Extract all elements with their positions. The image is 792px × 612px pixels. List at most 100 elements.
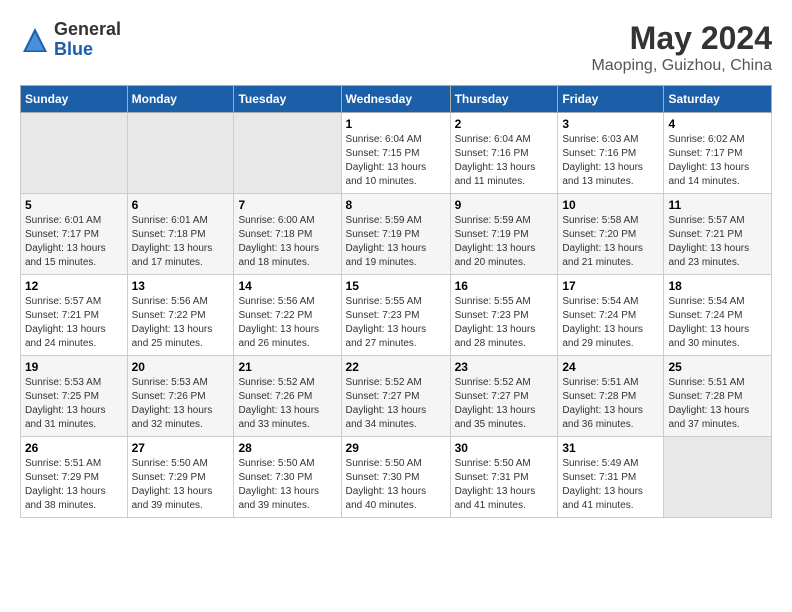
day-number: 28 [238,441,336,455]
calendar-cell: 7 Sunrise: 6:00 AM Sunset: 7:18 PM Daylig… [234,194,341,275]
day-number: 10 [562,198,659,212]
calendar-cell: 23 Sunrise: 5:52 AM Sunset: 7:27 PM Dayli… [450,356,558,437]
calendar-cell: 2Sunrise: 6:04 AM Sunset: 7:16 PM Daylig… [450,113,558,194]
page-subtitle: Maoping, Guizhou, China [591,57,772,75]
day-number: 27 [132,441,230,455]
calendar-cell: 28 Sunrise: 5:50 AM Sunset: 7:30 PM Dayli… [234,437,341,518]
day-info: Sunrise: 5:57 AM Sunset: 7:21 PM Dayligh… [668,214,767,270]
calendar-cell: 17 Sunrise: 5:54 AM Sunset: 7:24 PM Dayli… [558,275,664,356]
day-info: Sunrise: 5:51 AM Sunset: 7:29 PM Dayligh… [25,457,123,513]
day-number: 9 [455,198,554,212]
day-number: 21 [238,360,336,374]
day-info: Sunrise: 5:50 AM Sunset: 7:29 PM Dayligh… [132,457,230,513]
day-number: 19 [25,360,123,374]
day-number: 1 [346,117,446,131]
calendar-cell: 8 Sunrise: 5:59 AM Sunset: 7:19 PM Daylig… [341,194,450,275]
day-number: 26 [25,441,123,455]
day-info: Sunrise: 5:52 AM Sunset: 7:27 PM Dayligh… [346,376,446,432]
page-title: May 2024 [591,20,772,57]
day-number: 20 [132,360,230,374]
calendar-cell: 24 Sunrise: 5:51 AM Sunset: 7:28 PM Dayli… [558,356,664,437]
day-number: 29 [346,441,446,455]
day-info: Sunrise: 6:04 AM Sunset: 7:15 PM Dayligh… [346,133,446,189]
calendar-cell: 20 Sunrise: 5:53 AM Sunset: 7:26 PM Dayli… [127,356,234,437]
day-number: 11 [668,198,767,212]
calendar-cell: 11 Sunrise: 5:57 AM Sunset: 7:21 PM Dayli… [664,194,772,275]
calendar-cell: 15Sunrise: 5:55 AM Sunset: 7:23 PM Dayli… [341,275,450,356]
calendar-table: SundayMondayTuesdayWednesdayThursdayFrid… [20,85,772,518]
calendar-week-row: 1 Sunrise: 6:04 AM Sunset: 7:15 PM Daylig… [21,113,772,194]
calendar-cell: 19Sunrise: 5:53 AM Sunset: 7:25 PM Dayli… [21,356,128,437]
day-info: Sunrise: 6:03 AM Sunset: 7:16 PM Dayligh… [562,133,659,189]
col-header-sunday: Sunday [21,86,128,113]
calendar-cell: 14 Sunrise: 5:56 AM Sunset: 7:22 PM Dayli… [234,275,341,356]
day-number: 25 [668,360,767,374]
calendar-cell: 25 Sunrise: 5:51 AM Sunset: 7:28 PM Dayli… [664,356,772,437]
calendar-cell: 30Sunrise: 5:50 AM Sunset: 7:31 PM Dayli… [450,437,558,518]
day-number: 30 [455,441,554,455]
page-header: General Blue May 2024 Maoping, Guizhou, … [20,20,772,75]
calendar-cell [127,113,234,194]
title-block: May 2024 Maoping, Guizhou, China [591,20,772,75]
calendar-week-row: 26 Sunrise: 5:51 AM Sunset: 7:29 PM Dayli… [21,437,772,518]
calendar-week-row: 12 Sunrise: 5:57 AM Sunset: 7:21 PM Dayli… [21,275,772,356]
logo-blue-text: Blue [54,40,121,60]
header-row: SundayMondayTuesdayWednesdayThursdayFrid… [21,86,772,113]
day-info: Sunrise: 5:51 AM Sunset: 7:28 PM Dayligh… [668,376,767,432]
day-number: 24 [562,360,659,374]
calendar-cell: 27 Sunrise: 5:50 AM Sunset: 7:29 PM Dayli… [127,437,234,518]
day-info: Sunrise: 5:56 AM Sunset: 7:22 PM Dayligh… [132,295,230,351]
calendar-cell [234,113,341,194]
day-info: Sunrise: 5:50 AM Sunset: 7:30 PM Dayligh… [238,457,336,513]
day-info: Sunrise: 5:57 AM Sunset: 7:21 PM Dayligh… [25,295,123,351]
calendar-cell: 10Sunrise: 5:58 AM Sunset: 7:20 PM Dayli… [558,194,664,275]
day-number: 16 [455,279,554,293]
day-number: 15 [346,279,446,293]
col-header-tuesday: Tuesday [234,86,341,113]
day-info: Sunrise: 5:50 AM Sunset: 7:30 PM Dayligh… [346,457,446,513]
day-number: 13 [132,279,230,293]
day-number: 2 [455,117,554,131]
calendar-cell: 18 Sunrise: 5:54 AM Sunset: 7:24 PM Dayli… [664,275,772,356]
day-info: Sunrise: 6:01 AM Sunset: 7:18 PM Dayligh… [132,214,230,270]
day-info: Sunrise: 5:56 AM Sunset: 7:22 PM Dayligh… [238,295,336,351]
day-info: Sunrise: 5:53 AM Sunset: 7:26 PM Dayligh… [132,376,230,432]
day-info: Sunrise: 5:52 AM Sunset: 7:26 PM Dayligh… [238,376,336,432]
day-info: Sunrise: 5:52 AM Sunset: 7:27 PM Dayligh… [455,376,554,432]
calendar-cell: 13 Sunrise: 5:56 AM Sunset: 7:22 PM Dayli… [127,275,234,356]
day-number: 22 [346,360,446,374]
calendar-week-row: 19Sunrise: 5:53 AM Sunset: 7:25 PM Dayli… [21,356,772,437]
day-number: 12 [25,279,123,293]
calendar-cell: 3Sunrise: 6:03 AM Sunset: 7:16 PM Daylig… [558,113,664,194]
calendar-cell: 5 Sunrise: 6:01 AM Sunset: 7:17 PM Daylig… [21,194,128,275]
day-info: Sunrise: 5:51 AM Sunset: 7:28 PM Dayligh… [562,376,659,432]
calendar-cell: 4Sunrise: 6:02 AM Sunset: 7:17 PM Daylig… [664,113,772,194]
col-header-friday: Friday [558,86,664,113]
day-info: Sunrise: 6:01 AM Sunset: 7:17 PM Dayligh… [25,214,123,270]
day-number: 18 [668,279,767,293]
day-number: 23 [455,360,554,374]
col-header-thursday: Thursday [450,86,558,113]
calendar-cell: 31 Sunrise: 5:49 AM Sunset: 7:31 PM Dayli… [558,437,664,518]
day-info: Sunrise: 5:54 AM Sunset: 7:24 PM Dayligh… [562,295,659,351]
day-info: Sunrise: 5:49 AM Sunset: 7:31 PM Dayligh… [562,457,659,513]
day-number: 14 [238,279,336,293]
day-number: 31 [562,441,659,455]
calendar-cell: 12 Sunrise: 5:57 AM Sunset: 7:21 PM Dayli… [21,275,128,356]
col-header-wednesday: Wednesday [341,86,450,113]
day-number: 17 [562,279,659,293]
day-info: Sunrise: 5:59 AM Sunset: 7:19 PM Dayligh… [455,214,554,270]
day-number: 8 [346,198,446,212]
day-number: 5 [25,198,123,212]
calendar-cell [664,437,772,518]
day-info: Sunrise: 5:59 AM Sunset: 7:19 PM Dayligh… [346,214,446,270]
day-number: 7 [238,198,336,212]
calendar-week-row: 5 Sunrise: 6:01 AM Sunset: 7:17 PM Daylig… [21,194,772,275]
day-number: 6 [132,198,230,212]
calendar-cell: 22 Sunrise: 5:52 AM Sunset: 7:27 PM Dayli… [341,356,450,437]
day-info: Sunrise: 6:00 AM Sunset: 7:18 PM Dayligh… [238,214,336,270]
calendar-cell: 1 Sunrise: 6:04 AM Sunset: 7:15 PM Daylig… [341,113,450,194]
calendar-cell: 29 Sunrise: 5:50 AM Sunset: 7:30 PM Dayli… [341,437,450,518]
day-info: Sunrise: 5:54 AM Sunset: 7:24 PM Dayligh… [668,295,767,351]
calendar-cell: 9 Sunrise: 5:59 AM Sunset: 7:19 PM Daylig… [450,194,558,275]
